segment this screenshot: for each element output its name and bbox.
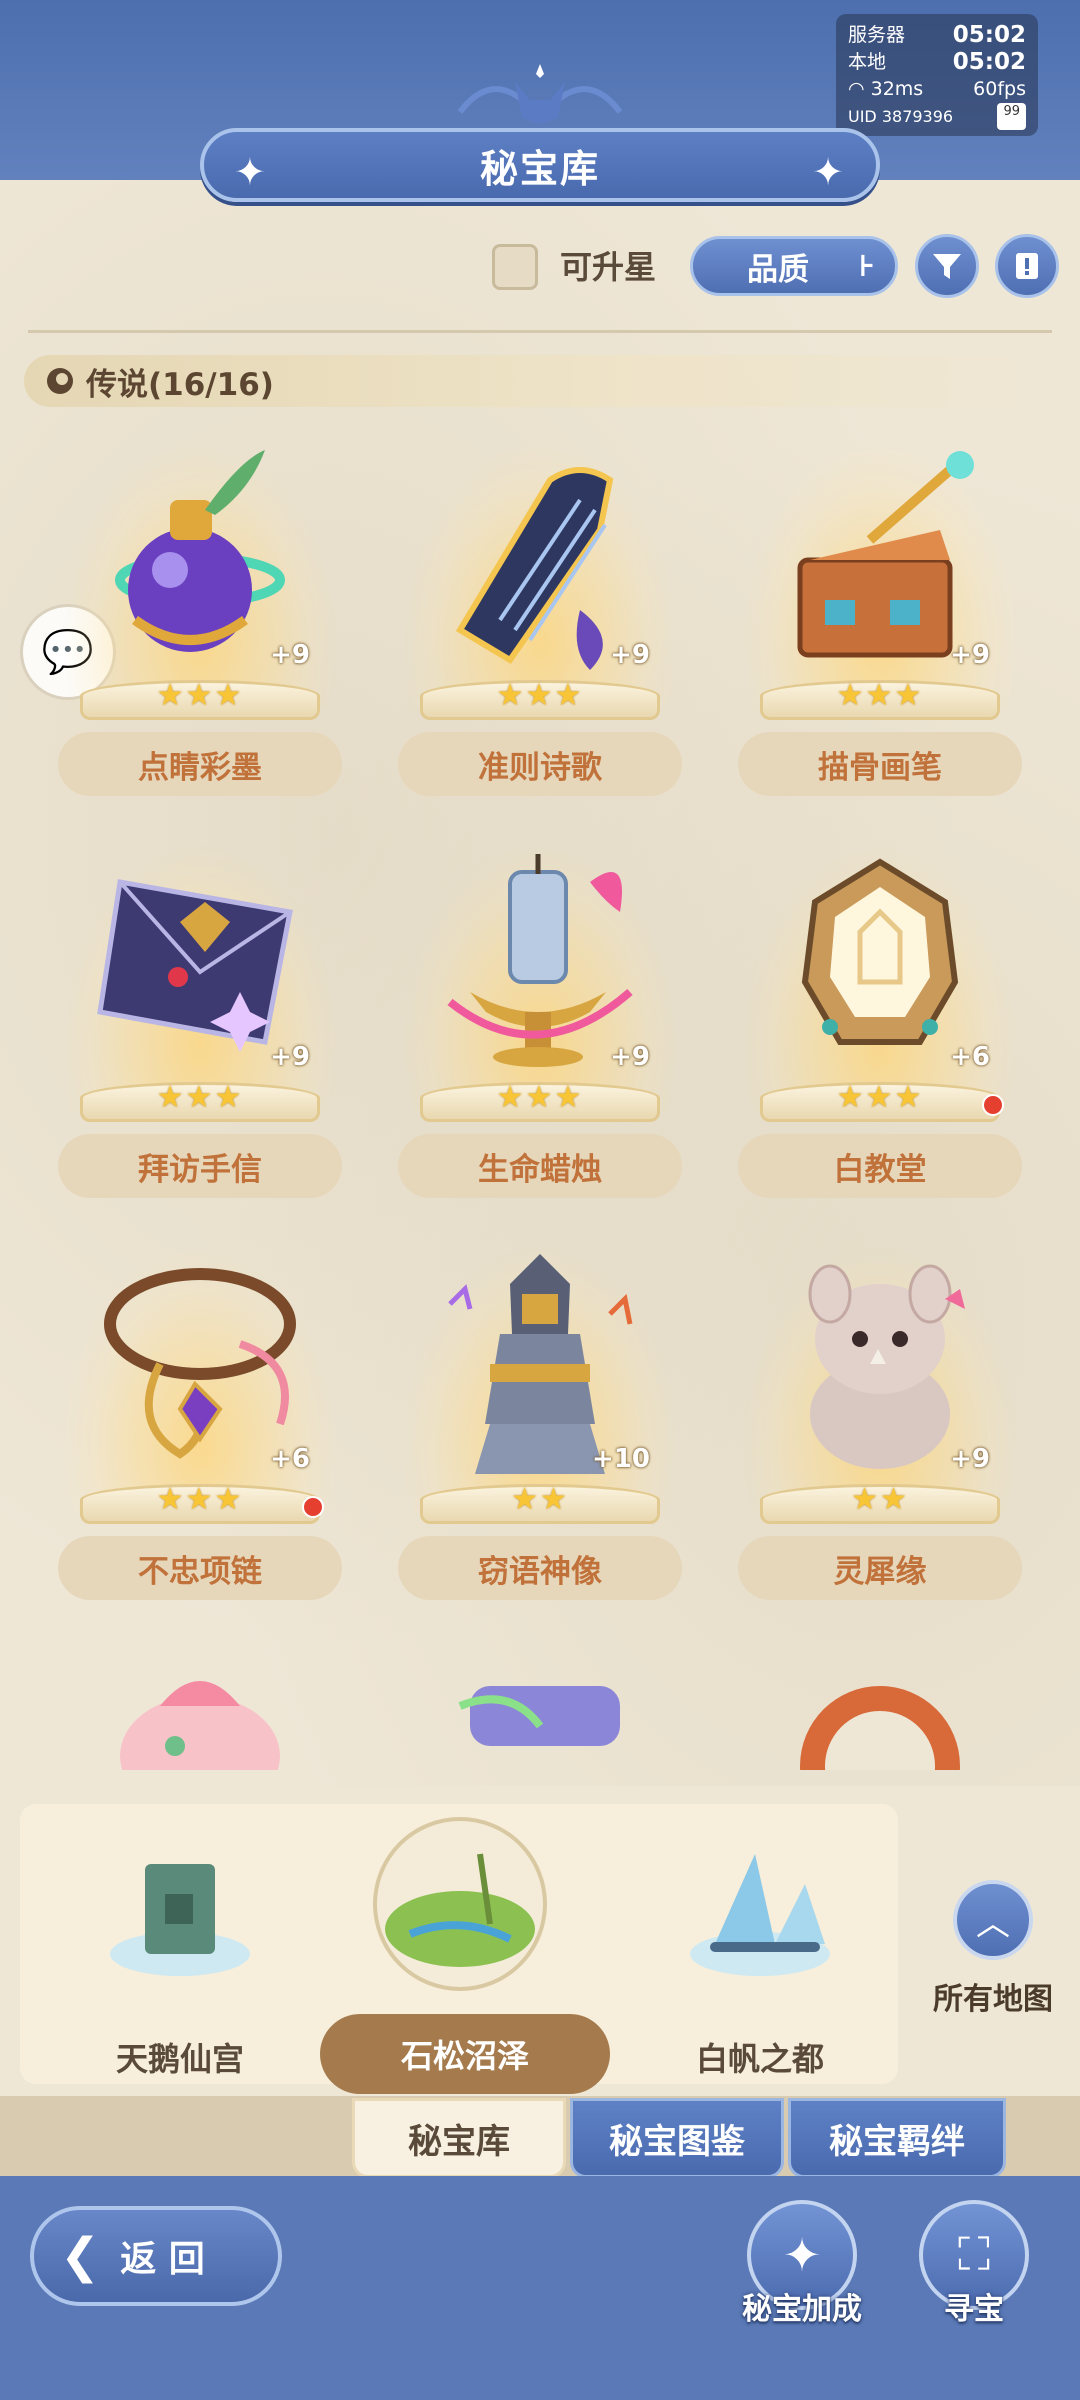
- chevron-up-icon: ︿: [953, 1880, 1033, 1960]
- tab-treasure-bonds[interactable]: 秘宝羁绊: [788, 2098, 1006, 2178]
- star-rating: ★★★: [156, 678, 244, 713]
- swan-palace-map-icon: [110, 1864, 250, 1976]
- fps-value: 60fps: [973, 78, 1026, 100]
- treasure-name: 点睛彩墨: [58, 732, 342, 796]
- tab-label: 秘宝羁绊: [829, 2121, 965, 2162]
- treasure-card[interactable]: ★★★ +9 准则诗歌: [390, 430, 690, 810]
- map-item[interactable]: 白帆之都: [660, 1834, 860, 2084]
- status-overlay: 服务器 05:02 本地 05:02 ◠ 32ms 60fps UID 3879396…: [836, 14, 1038, 136]
- server-label: 服务器: [848, 24, 906, 46]
- filter-button[interactable]: [915, 234, 979, 298]
- section-header-legendary: 传说(16/16): [24, 355, 1056, 407]
- uid-label: UID 3879396: [848, 107, 954, 126]
- server-time: 05:02: [952, 22, 1026, 48]
- sort-quality-label: 品质: [747, 251, 809, 288]
- can-upgrade-checkbox[interactable]: [492, 244, 538, 290]
- info-book-button[interactable]: [995, 234, 1059, 298]
- treasure-card[interactable]: ★★★ +6 不忠项链: [50, 1234, 350, 1614]
- treasure-card[interactable]: ★★ +10 窃语神像: [390, 1234, 690, 1614]
- flame-wreath-icon: [800, 1686, 960, 1770]
- treasure-card[interactable]: [50, 1636, 350, 1770]
- book-icon: [1016, 253, 1038, 279]
- level-badge: +9: [270, 1042, 310, 1072]
- treasure-name: 拜访手信: [58, 1134, 342, 1198]
- page-title-banner: ✦ 秘宝库 ✦: [200, 128, 880, 202]
- treasure-hunt-button[interactable]: ⛶ 寻宝: [904, 2200, 1044, 2328]
- cat-crest-icon: [457, 64, 623, 124]
- tab-label: 秘宝库: [408, 2121, 510, 2162]
- pink-mask-icon: [120, 1681, 280, 1770]
- tab-label: 秘宝图鉴: [609, 2121, 745, 2162]
- treasure-card[interactable]: ★★★ +9 点睛彩墨: [50, 430, 350, 810]
- map-name: 天鹅仙宫: [115, 2040, 244, 2078]
- back-arrow-icon: ❮: [60, 2228, 101, 2284]
- level-badge: +10: [592, 1444, 650, 1474]
- notification-dot: [982, 1094, 1004, 1116]
- star-rating: ★★★: [156, 1080, 244, 1115]
- level-badge: +9: [950, 640, 990, 670]
- level-badge: +9: [610, 1042, 650, 1072]
- treasure-card[interactable]: ★★ +9 灵犀缘: [730, 1234, 1030, 1614]
- map-name: 白帆之都: [695, 2040, 824, 2078]
- treasure-name: 窃语神像: [398, 1536, 682, 1600]
- map-list: 天鹅仙宫 石松沼泽 白帆之都: [20, 1804, 898, 2094]
- all-maps-label: 所有地图: [933, 1982, 1053, 2017]
- level-badge: +9: [950, 1444, 990, 1474]
- level-badge: +9: [270, 640, 310, 670]
- star-rating: ★★: [511, 1482, 569, 1517]
- page-title: 秘宝库: [479, 146, 600, 191]
- treasure-card[interactable]: [390, 1636, 690, 1770]
- local-label: 本地: [848, 51, 887, 73]
- map-item[interactable]: 天鹅仙宫: [80, 1834, 280, 2084]
- treasure-name: 灵犀缘: [738, 1536, 1022, 1600]
- swamp-map-icon: [373, 1817, 547, 1991]
- back-button[interactable]: ❮ 返 回: [30, 2206, 282, 2306]
- scroll-icon: [458, 1686, 620, 1746]
- ping-value: ◠ 32ms: [848, 78, 924, 100]
- star-rating: ★★★: [836, 678, 924, 713]
- sort-quality-button[interactable]: 品质 ⊦: [690, 236, 898, 296]
- sparkle-icon: ✦: [234, 150, 268, 194]
- level-badge: +9: [610, 640, 650, 670]
- battery-icon: 99: [997, 103, 1026, 130]
- treasure-card[interactable]: ★★★ +9 描骨画笔: [730, 430, 1030, 810]
- divider: [28, 330, 1052, 333]
- treasure-card[interactable]: [730, 1636, 1030, 1770]
- star-rating: ★★★: [496, 1080, 584, 1115]
- sail-city-map-icon: [690, 1854, 830, 1976]
- can-upgrade-label[interactable]: 可升星: [560, 244, 656, 290]
- treasure-boost-label: 秘宝加成: [742, 2292, 862, 2327]
- sort-toggle-icon: ⊦: [858, 249, 875, 284]
- treasure-card[interactable]: ★★★ +6 白教堂: [730, 832, 1030, 1212]
- treasure-grid: ★★★ +9 点睛彩墨 ★★★ +9 准则诗歌 ★★★ +9 描骨画笔 ★★★ …: [50, 430, 1030, 1770]
- treasure-name: 白教堂: [738, 1134, 1022, 1198]
- treasure-boost-button[interactable]: ✦ 秘宝加成: [732, 2200, 872, 2328]
- treasure-card[interactable]: ★★★ +9 拜访手信: [50, 832, 350, 1212]
- map-item-active[interactable]: 石松沼泽: [320, 1817, 610, 2094]
- wifi-icon: ◠: [848, 78, 871, 100]
- sparkle-icon: ✦: [812, 150, 846, 194]
- map-name-active: 石松沼泽: [320, 2014, 610, 2094]
- treasure-name: 描骨画笔: [738, 732, 1022, 796]
- treasure-name: 准则诗歌: [398, 732, 682, 796]
- section-label: 传说(16/16): [86, 366, 274, 403]
- star-rating: ★★: [851, 1482, 909, 1517]
- treasure-card[interactable]: ★★★ +9 生命蜡烛: [390, 832, 690, 1212]
- level-badge: +6: [270, 1444, 310, 1474]
- level-badge: +6: [950, 1042, 990, 1072]
- back-label: 返 回: [120, 2239, 205, 2280]
- treasure-hunt-label: 寻宝: [944, 2292, 1004, 2327]
- star-rating: ★★★: [496, 678, 584, 713]
- filter-icon: [933, 254, 961, 279]
- local-time: 05:02: [952, 49, 1026, 75]
- treasure-name: 生命蜡烛: [398, 1134, 682, 1198]
- tab-treasure-vault[interactable]: 秘宝库: [352, 2098, 566, 2178]
- swirl-icon: [47, 368, 73, 394]
- notification-dot: [302, 1496, 324, 1518]
- tab-treasure-codex[interactable]: 秘宝图鉴: [570, 2098, 784, 2178]
- all-maps-button[interactable]: ︿ 所有地图: [918, 1880, 1068, 2018]
- treasure-name: 不忠项链: [58, 1536, 342, 1600]
